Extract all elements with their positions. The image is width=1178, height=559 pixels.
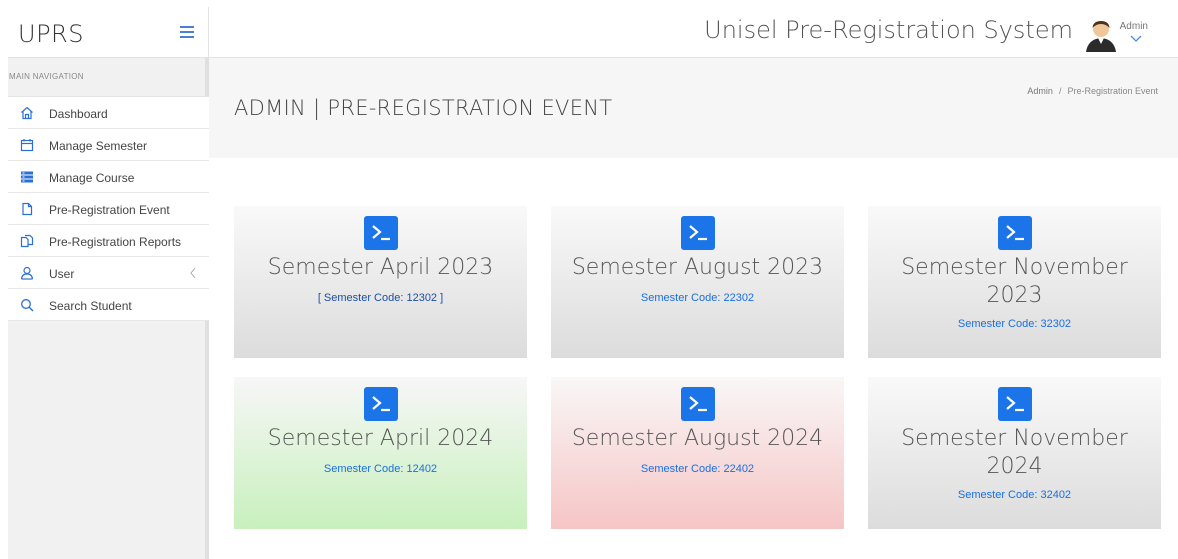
sidebar-item-dashboard[interactable]: Dashboard	[8, 97, 209, 129]
sidebar-item-label: Search Student	[49, 299, 132, 313]
semester-code: Semester Code: 32302	[957, 318, 1072, 330]
semester-code: Semester Code: 22302	[640, 292, 755, 304]
home-icon	[21, 106, 33, 120]
terminal-icon	[997, 387, 1032, 421]
sidebar-item-label: Pre-Registration Reports	[49, 235, 182, 249]
sidebar: MAIN NAVIGATION Dashboard Manage Semeste…	[8, 58, 209, 559]
semester-title: Semester April 2023	[267, 255, 494, 280]
content-header: ADMIN | PRE-REGISTRATION EVENT Admin / Pre…	[209, 58, 1178, 158]
sidebar-item-manage-semester[interactable]: Manage Semester	[8, 129, 209, 161]
user-avatar-icon[interactable]	[1084, 18, 1118, 52]
semester-card-november-2023[interactable]: Semester November 2023 Semester Code: 32…	[868, 206, 1161, 358]
semester-card-november-2024[interactable]: Semester November 2024 Semester Code: 32…	[868, 377, 1161, 529]
sidebar-item-label: User	[49, 267, 75, 281]
terminal-icon	[680, 387, 715, 421]
semester-code: Semester Code: 32402	[957, 489, 1072, 501]
sidebar-item-search-student[interactable]: Search Student	[8, 289, 209, 321]
sidebar-item-label: Manage Semester	[49, 139, 148, 153]
semester-code: [ Semester Code: 12302 ]	[317, 292, 444, 304]
terminal-icon	[680, 216, 715, 250]
sidebar-item-manage-course[interactable]: Manage Course	[8, 161, 209, 193]
hamburger-menu-icon[interactable]	[180, 26, 194, 38]
list-icon	[21, 171, 33, 183]
breadcrumb-current: Pre-Registration Event	[1067, 86, 1158, 96]
user-name-label[interactable]: Admin	[1120, 21, 1148, 32]
nav-heading: MAIN NAVIGATION	[9, 72, 84, 81]
sidebar-item-label: Pre-Registration Event	[49, 203, 170, 217]
sidebar-item-pre-registration-event[interactable]: Pre-Registration Event	[8, 193, 209, 225]
chevron-left-icon[interactable]	[189, 267, 197, 279]
semester-title: Semester November 2024	[901, 426, 1128, 479]
files-icon	[20, 234, 34, 248]
top-header: UPRS Unisel Pre-Registration System Admi…	[8, 7, 1178, 58]
semester-title: Semester August 2024	[571, 426, 824, 451]
semester-card-august-2023[interactable]: Semester August 2023 Semester Code: 2230…	[551, 206, 844, 358]
semester-code: Semester Code: 12402	[323, 463, 438, 475]
semester-card-april-2024[interactable]: Semester April 2024 Semester Code: 12402	[234, 377, 527, 529]
breadcrumb-admin-link[interactable]: Admin	[1027, 86, 1053, 96]
app-root: UPRS Unisel Pre-Registration System Admi…	[0, 0, 1178, 559]
terminal-icon	[997, 216, 1032, 250]
semester-code: Semester Code: 22402	[640, 463, 755, 475]
terminal-icon	[363, 216, 398, 250]
brand-area: UPRS	[8, 7, 209, 58]
semester-title: Semester November 2023	[901, 255, 1128, 308]
semester-title: Semester April 2024	[267, 426, 494, 451]
nav-list: Dashboard Manage Semester Manage Course …	[8, 96, 209, 321]
semester-card-april-2023[interactable]: Semester April 2023 [ Semester Code: 123…	[234, 206, 527, 358]
page-title: ADMIN | PRE-REGISTRATION EVENT	[234, 96, 613, 120]
semester-title: Semester August 2023	[571, 255, 824, 280]
user-icon	[20, 266, 34, 280]
semester-card-august-2024[interactable]: Semester August 2024 Semester Code: 2240…	[551, 377, 844, 529]
sidebar-item-user[interactable]: User	[8, 257, 209, 289]
chevron-down-icon[interactable]	[1130, 35, 1142, 43]
breadcrumb: Admin / Pre-Registration Event	[1027, 86, 1158, 96]
search-icon	[21, 299, 34, 312]
terminal-icon	[363, 387, 398, 421]
file-icon	[22, 202, 33, 216]
calendar-icon	[20, 139, 34, 152]
sidebar-item-label: Manage Course	[49, 171, 135, 185]
system-title: Unisel Pre-Registration System	[704, 16, 1073, 44]
brand-logo-text[interactable]: UPRS	[18, 20, 84, 48]
sidebar-item-pre-registration-reports[interactable]: Pre-Registration Reports	[8, 225, 209, 257]
sidebar-item-label: Dashboard	[49, 107, 108, 121]
